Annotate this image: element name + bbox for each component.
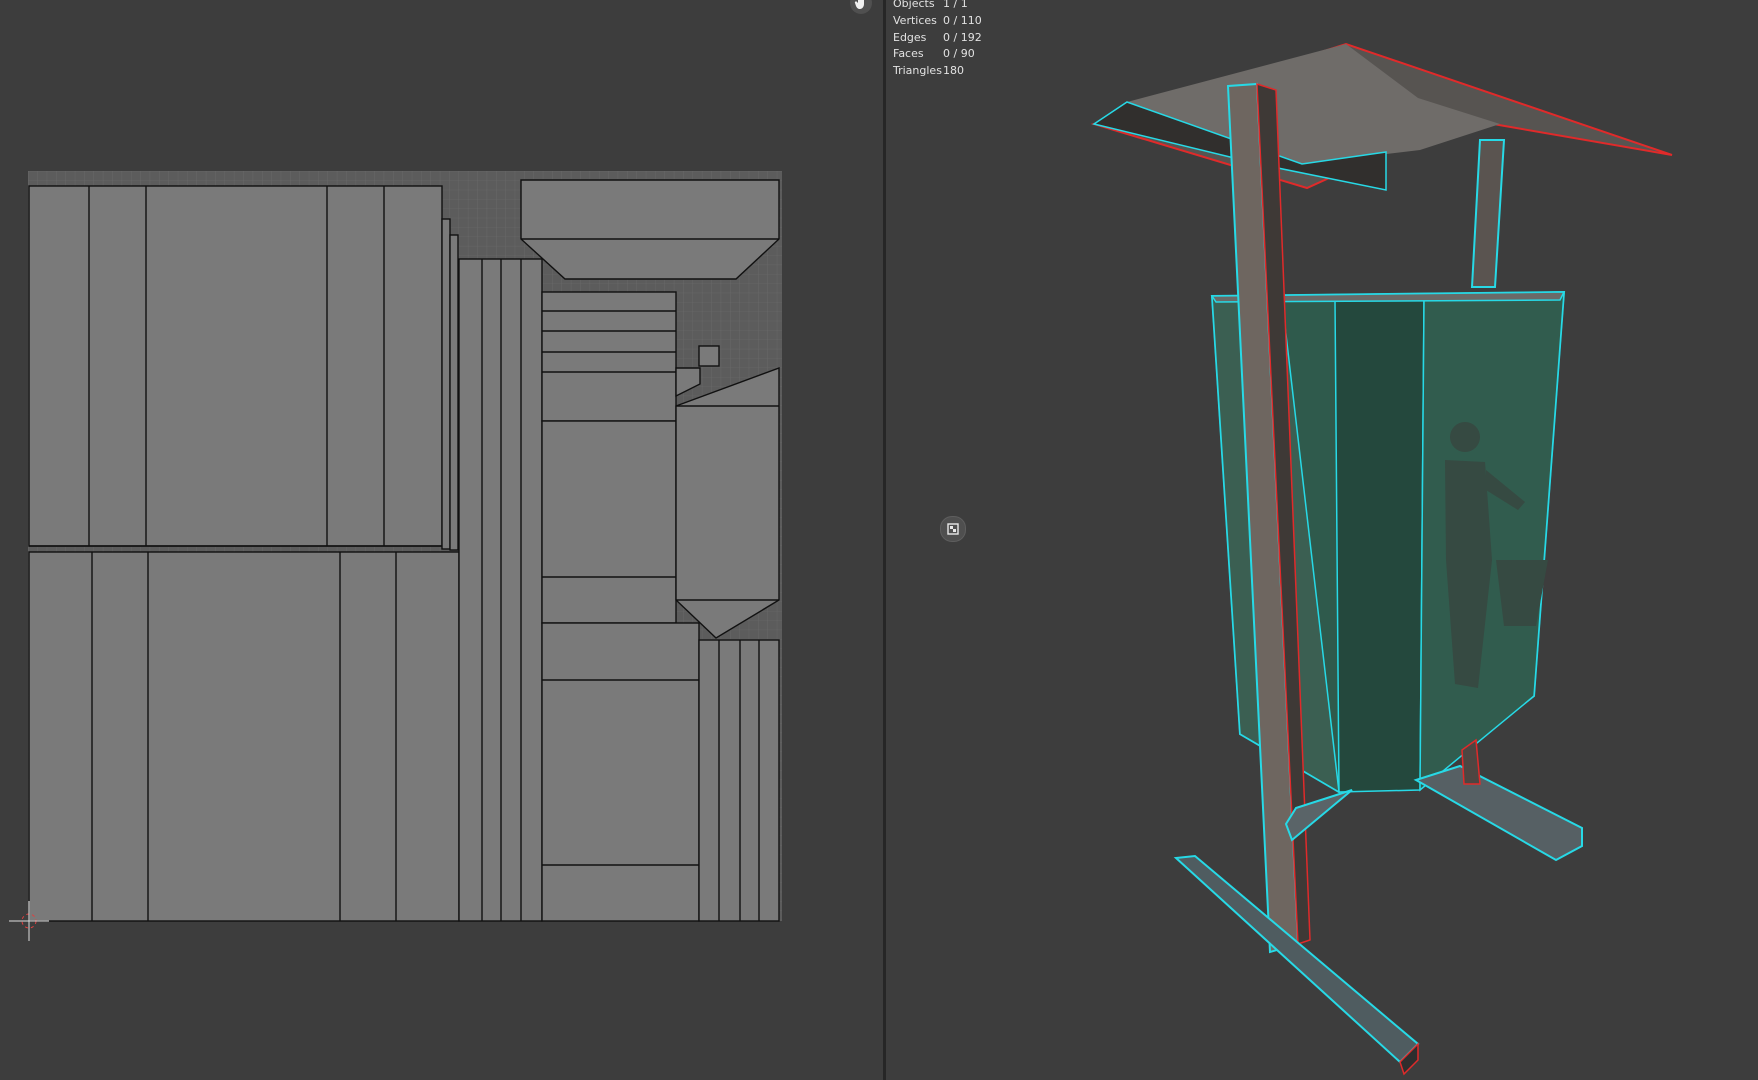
scene-statistics: Objects 1 / 1 Vertices 0 / 110 Edges 0 /… <box>893 0 982 80</box>
stat-value: 0 / 110 <box>943 13 982 27</box>
hand-icon <box>854 0 864 9</box>
overlay-toggle-button[interactable] <box>940 516 966 542</box>
stat-value: 1 / 1 <box>943 0 968 10</box>
stat-label: Triangles <box>893 64 942 78</box>
stat-value: 0 / 192 <box>943 30 982 44</box>
stat-label: Edges <box>893 30 927 44</box>
stat-label: Objects <box>893 0 935 10</box>
stat-edges: Edges 0 / 192 <box>893 30 982 47</box>
stat-value: 0 / 90 <box>943 47 975 61</box>
stat-label: Vertices <box>893 13 937 27</box>
stat-faces: Faces 0 / 90 <box>893 46 982 63</box>
uv-layout-canvas[interactable] <box>0 0 883 1080</box>
stat-objects: Objects 1 / 1 <box>893 0 982 13</box>
stat-label: Faces <box>893 47 924 61</box>
uv-editor[interactable] <box>0 0 883 1080</box>
stat-vertices: Vertices 0 / 110 <box>893 13 982 30</box>
3d-viewport[interactable] <box>886 0 1758 1080</box>
trash-bin-model <box>1090 42 1673 1076</box>
stat-value: 180 <box>943 64 964 78</box>
stat-triangles: Triangles 180 <box>893 63 982 80</box>
gizmo-icon <box>947 523 959 535</box>
